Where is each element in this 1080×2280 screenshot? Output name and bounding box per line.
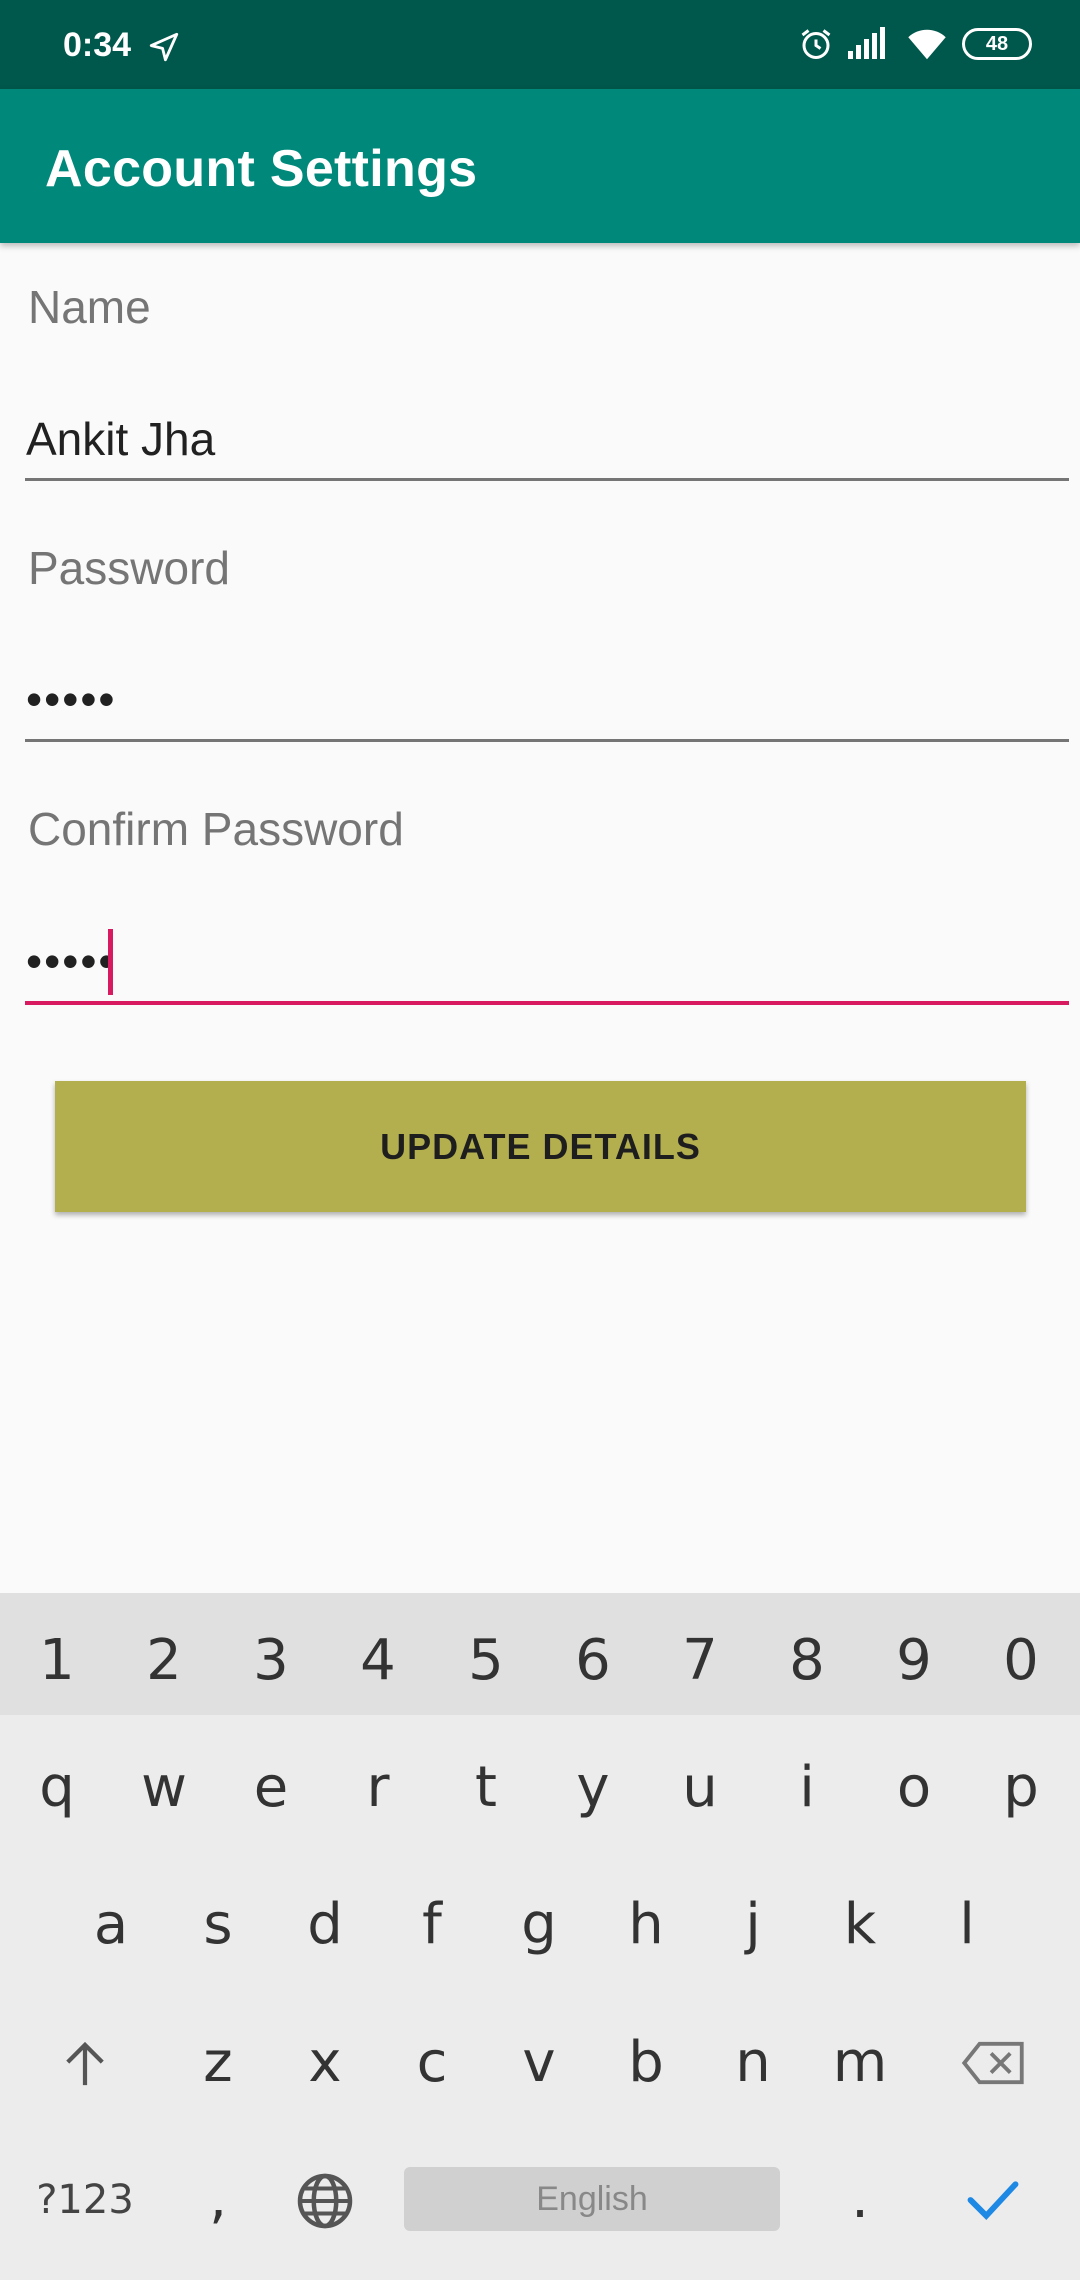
key-b[interactable]: b xyxy=(606,2030,686,2095)
globe-icon[interactable] xyxy=(295,2171,355,2231)
password-label: Password xyxy=(28,542,230,594)
key-7[interactable]: 7 xyxy=(660,1628,740,1693)
confirm-password-input[interactable]: ••••• xyxy=(26,934,117,988)
spacebar[interactable]: English xyxy=(404,2167,780,2231)
key-9[interactable]: 9 xyxy=(874,1628,954,1693)
signal-icon xyxy=(848,27,885,59)
status-icons: 48 xyxy=(798,26,1032,62)
key-p[interactable]: p xyxy=(981,1755,1061,1820)
key-q[interactable]: q xyxy=(17,1755,97,1820)
key-5[interactable]: 5 xyxy=(446,1628,526,1693)
name-label: Name xyxy=(28,281,151,333)
shift-icon[interactable] xyxy=(62,2038,108,2090)
key-d[interactable]: d xyxy=(285,1892,365,1957)
checkmark-icon[interactable] xyxy=(966,2175,1020,2225)
key-a[interactable]: a xyxy=(71,1892,151,1957)
key-2[interactable]: 2 xyxy=(124,1628,204,1693)
confirm-password-label: Confirm Password xyxy=(28,803,404,855)
key-e[interactable]: e xyxy=(231,1755,311,1820)
key-u[interactable]: u xyxy=(660,1755,740,1820)
key-z[interactable]: z xyxy=(178,2030,258,2095)
key-4[interactable]: 4 xyxy=(338,1628,418,1693)
key-3[interactable]: 3 xyxy=(231,1628,311,1693)
key-g[interactable]: g xyxy=(499,1892,579,1957)
key-j[interactable]: j xyxy=(713,1892,793,1957)
app-bar: Account Settings xyxy=(0,89,1080,243)
key-k[interactable]: k xyxy=(820,1892,900,1957)
period-key[interactable]: . xyxy=(820,2166,900,2231)
key-6[interactable]: 6 xyxy=(553,1628,633,1693)
password-underline xyxy=(25,739,1069,742)
key-0[interactable]: 0 xyxy=(981,1628,1061,1693)
key-n[interactable]: n xyxy=(713,2030,793,2095)
status-bar: 0:34 48 xyxy=(0,0,1080,89)
confirm-password-underline xyxy=(25,1001,1069,1005)
key-v[interactable]: v xyxy=(499,2030,579,2095)
key-8[interactable]: 8 xyxy=(767,1628,847,1693)
backspace-icon[interactable] xyxy=(960,2040,1026,2086)
wifi-icon xyxy=(908,29,946,60)
key-f[interactable]: f xyxy=(392,1892,472,1957)
update-details-button[interactable]: UPDATE DETAILS xyxy=(55,1081,1026,1212)
battery-level: 48 xyxy=(985,32,1009,55)
password-input[interactable]: ••••• xyxy=(26,672,117,726)
key-m[interactable]: m xyxy=(820,2030,900,2095)
page-title: Account Settings xyxy=(45,140,478,198)
name-underline xyxy=(25,478,1069,481)
name-input[interactable]: Ankit Jha xyxy=(26,412,215,466)
alarm-icon xyxy=(801,29,831,59)
status-time: 0:34 xyxy=(63,26,132,64)
key-1[interactable]: 1 xyxy=(17,1628,97,1693)
comma-key[interactable]: , xyxy=(178,2166,258,2231)
text-cursor xyxy=(108,929,113,995)
symbols-key[interactable]: ?123 xyxy=(25,2177,145,2223)
key-l[interactable]: l xyxy=(927,1892,1007,1957)
key-w[interactable]: w xyxy=(124,1755,204,1820)
key-o[interactable]: o xyxy=(874,1755,954,1820)
key-h[interactable]: h xyxy=(606,1892,686,1957)
key-r[interactable]: r xyxy=(338,1755,418,1820)
navigation-arrow-icon xyxy=(149,32,179,62)
key-x[interactable]: x xyxy=(285,2030,365,2095)
key-c[interactable]: c xyxy=(392,2030,472,2095)
key-i[interactable]: i xyxy=(767,1755,847,1820)
battery-icon: 48 xyxy=(962,28,1032,60)
key-y[interactable]: y xyxy=(553,1755,633,1820)
key-t[interactable]: t xyxy=(446,1755,526,1820)
key-s[interactable]: s xyxy=(178,1892,258,1957)
